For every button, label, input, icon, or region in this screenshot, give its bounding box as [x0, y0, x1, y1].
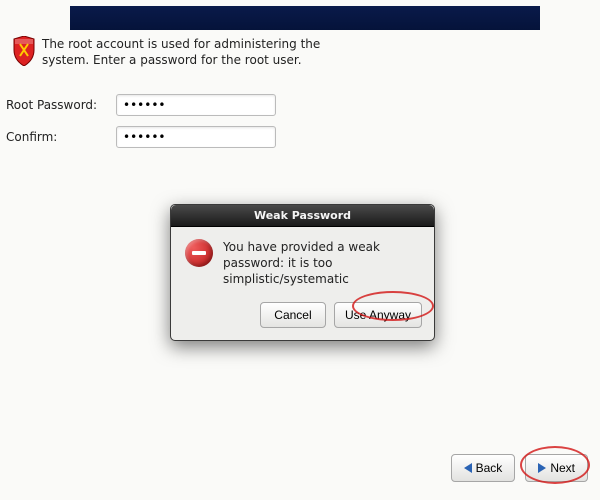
dialog-titlebar[interactable]: Weak Password [171, 205, 434, 227]
weak-password-dialog: Weak Password You have provided a weak p… [170, 204, 435, 341]
error-icon [185, 239, 213, 267]
back-button[interactable]: Back [451, 454, 516, 482]
dialog-title: Weak Password [254, 209, 351, 222]
password-form: Root Password: Confirm: [6, 94, 276, 158]
root-password-input[interactable] [116, 94, 276, 116]
intro-text: The root account is used for administeri… [42, 36, 362, 68]
confirm-password-input[interactable] [116, 126, 276, 148]
header-banner [70, 6, 540, 30]
dialog-message: You have provided a weak password: it is… [223, 239, 420, 288]
back-label: Back [476, 461, 503, 475]
shield-icon [12, 36, 36, 66]
next-button[interactable]: Next [525, 454, 588, 482]
root-password-label: Root Password: [6, 98, 116, 112]
use-anyway-button[interactable]: Use Anyway [334, 302, 422, 328]
arrow-right-icon [538, 463, 546, 473]
arrow-left-icon [464, 463, 472, 473]
cancel-button[interactable]: Cancel [260, 302, 326, 328]
next-label: Next [550, 461, 575, 475]
confirm-password-label: Confirm: [6, 130, 116, 144]
intro-row: The root account is used for administeri… [12, 36, 362, 68]
